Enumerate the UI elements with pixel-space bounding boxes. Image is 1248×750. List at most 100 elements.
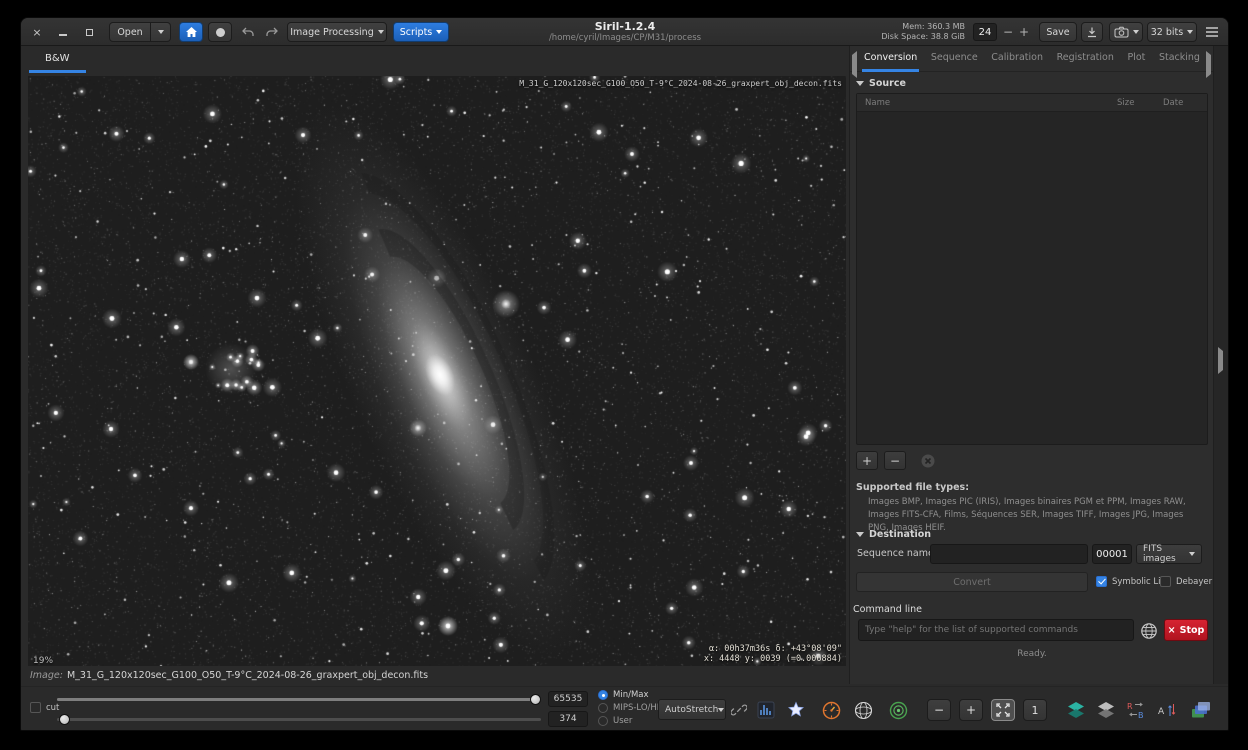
sequence-name-input[interactable] — [930, 544, 1088, 564]
snapshot-button[interactable] — [1109, 22, 1143, 42]
convert-button-label: Convert — [953, 577, 991, 588]
save-button[interactable]: Save — [1039, 22, 1077, 42]
debayer-checkbox[interactable] — [1160, 576, 1171, 587]
save-as-button[interactable] — [1081, 22, 1103, 42]
command-help-button[interactable] — [1139, 621, 1158, 640]
mips-radio[interactable] — [598, 703, 608, 713]
zoom-in-button[interactable]: + — [959, 699, 983, 721]
panel-collapse-button[interactable] — [1218, 351, 1223, 370]
counter-input[interactable] — [1092, 544, 1132, 564]
tab-registration[interactable]: Registration — [1055, 46, 1116, 72]
zoom-fit-button[interactable] — [991, 699, 1015, 721]
stretch-mode-dropdown[interactable]: AutoStretch — [658, 699, 726, 720]
svg-text:A: A — [1158, 707, 1165, 717]
minmax-radio[interactable] — [598, 690, 608, 700]
command-input[interactable] — [858, 619, 1134, 641]
maximize-button[interactable] — [81, 24, 97, 40]
minimize-icon — [59, 34, 67, 36]
remove-files-button[interactable]: − — [884, 451, 906, 470]
caret-down-icon — [1133, 30, 1139, 34]
compass-button[interactable] — [820, 699, 842, 721]
radio-minmax[interactable]: Min/Max — [598, 690, 649, 700]
layers-button[interactable] — [1095, 699, 1117, 721]
tab-bw[interactable]: B&W — [29, 46, 86, 73]
threads-minus-button[interactable]: − — [1001, 23, 1015, 41]
stop-button[interactable]: × Stop — [1164, 619, 1208, 641]
radio-mips[interactable]: MIPS-LO/HI — [598, 703, 659, 713]
stretch-mode-value: AutoStretch — [665, 705, 718, 715]
tab-conversion-label: Conversion — [864, 52, 917, 63]
image-processing-button[interactable]: Image Processing — [287, 22, 387, 42]
close-icon: × — [32, 26, 41, 39]
save-button-label: Save — [1046, 27, 1069, 38]
compass-icon — [822, 701, 841, 720]
source-expander[interactable]: Source — [856, 78, 906, 89]
mips-label: MIPS-LO/HI — [613, 703, 659, 713]
add-files-button[interactable]: + — [856, 451, 878, 470]
window-title-block: Siril-1.2.4 /home/cyril/Images/CP/M31/pr… — [475, 20, 775, 43]
channel-align-button[interactable]: A — [1155, 699, 1177, 721]
cut-option[interactable]: cut — [30, 702, 59, 713]
rgb-composition-button[interactable] — [1065, 699, 1087, 721]
low-slider-knob[interactable] — [59, 714, 70, 725]
histogram-display-button[interactable] — [755, 699, 777, 721]
cut-checkbox[interactable] — [30, 702, 41, 713]
threads-plus-button[interactable]: + — [1017, 23, 1031, 41]
image-canvas[interactable] — [28, 76, 846, 666]
zoom-out-button[interactable]: − — [927, 699, 951, 721]
minmax-label: Min/Max — [613, 690, 649, 700]
svg-text:B: B — [1138, 711, 1144, 719]
convert-button[interactable]: Convert — [856, 572, 1088, 592]
minimize-button[interactable] — [55, 24, 71, 40]
expander-arrow-icon — [856, 532, 864, 537]
channel-link-button[interactable] — [730, 701, 748, 719]
camera-icon — [1114, 26, 1129, 38]
tab-calibration[interactable]: Calibration — [989, 46, 1045, 72]
sequence-name-label: Sequence name: — [857, 548, 937, 559]
titlebar: × Open Image Processing — [21, 18, 1228, 46]
redo-button[interactable] — [261, 22, 283, 42]
caret-down-icon — [718, 708, 724, 712]
symbolic-link-checkbox[interactable] — [1096, 576, 1107, 587]
caret-down-icon — [1189, 552, 1195, 556]
rgb-channels-icon: RB — [1126, 701, 1146, 719]
zoom-one-button[interactable]: 1 — [1023, 699, 1047, 721]
app-subtitle: /home/cyril/Images/CP/M31/process — [475, 33, 775, 43]
destination-expander[interactable]: Destination — [856, 529, 931, 540]
high-slider-knob[interactable] — [530, 694, 541, 705]
close-button[interactable]: × — [29, 24, 45, 40]
high-value-input[interactable] — [548, 691, 588, 707]
screen: × Open Image Processing — [0, 0, 1248, 750]
filetype-dropdown[interactable]: FITS images — [1136, 544, 1202, 564]
celestial-grid-button[interactable] — [852, 699, 874, 721]
tab-stacking[interactable]: Stacking — [1157, 46, 1202, 72]
tab-scroll-right[interactable] — [1206, 55, 1211, 74]
bottom-toolbar: cut Min/Max MIPS-LO/HI User Aut — [21, 686, 1228, 731]
threads-input[interactable] — [973, 23, 997, 41]
user-radio[interactable] — [598, 716, 608, 726]
clear-list-button[interactable] — [918, 451, 938, 470]
tab-conversion[interactable]: Conversion — [862, 46, 919, 72]
tab-sequence[interactable]: Sequence — [929, 46, 980, 72]
channel-swap-button[interactable]: RB — [1125, 699, 1147, 721]
memory-label: Mem: 360.3 MB — [877, 22, 965, 32]
home-button[interactable] — [179, 22, 203, 42]
scripts-button[interactable]: Scripts — [393, 22, 449, 42]
open-recent-button[interactable] — [151, 22, 171, 42]
radio-user[interactable]: User — [598, 716, 632, 726]
sequence-frames-button[interactable] — [1190, 699, 1212, 721]
app-window: × Open Image Processing — [20, 17, 1229, 731]
tab-scroll-left[interactable] — [852, 55, 857, 74]
stop-button-label: Stop — [1180, 625, 1205, 636]
open-button[interactable]: Open — [109, 22, 151, 42]
tab-plot[interactable]: Plot — [1125, 46, 1147, 72]
undo-button[interactable] — [237, 22, 259, 42]
menu-button[interactable] — [1201, 22, 1223, 42]
debayer-option[interactable]: Debayer — [1160, 576, 1212, 587]
star-detection-button[interactable] — [785, 699, 807, 721]
livestack-button[interactable] — [208, 22, 232, 42]
source-file-list[interactable]: Name Size Date — [856, 93, 1208, 445]
photometry-button[interactable] — [887, 699, 909, 721]
bit-depth-button[interactable]: 32 bits — [1147, 22, 1197, 42]
low-value-input[interactable] — [548, 711, 588, 727]
